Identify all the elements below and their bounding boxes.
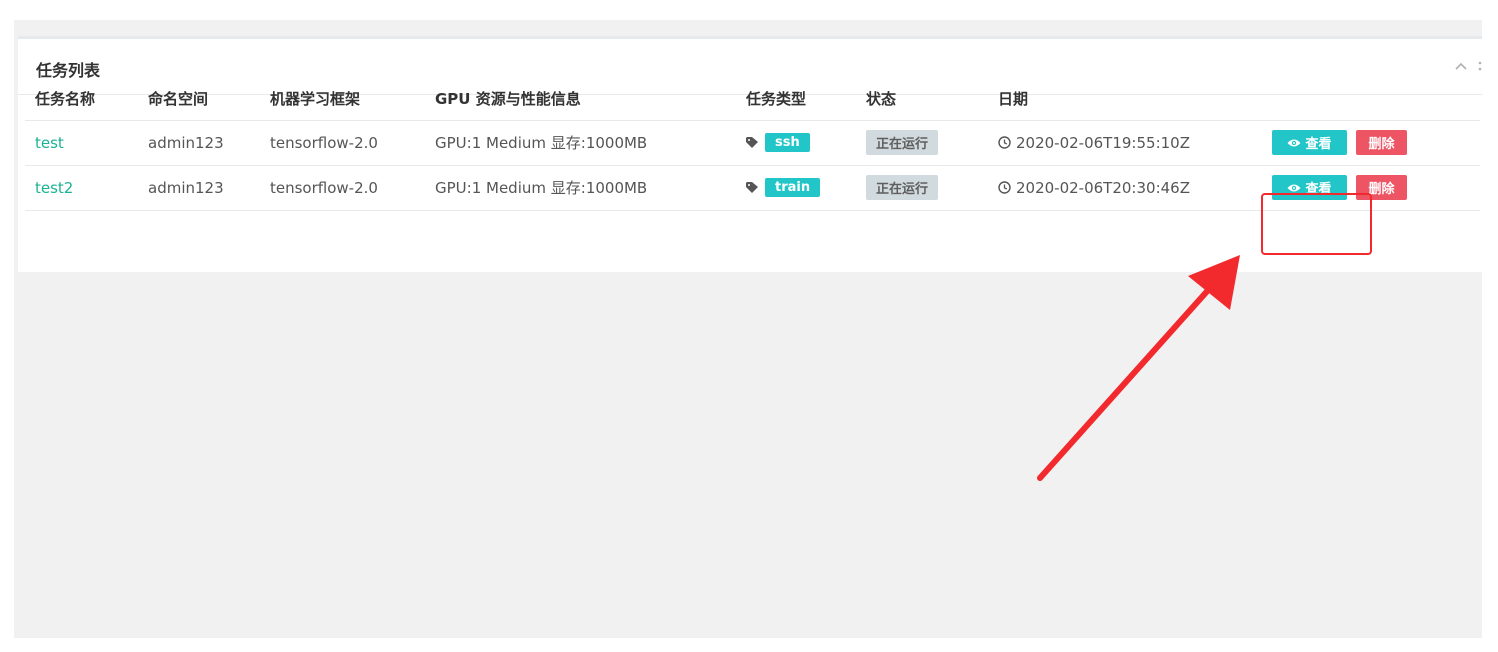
task-name-link[interactable]: test2 [25,165,138,211]
task-name-link[interactable]: test [25,120,138,166]
clock-icon [998,136,1011,149]
delete-button[interactable]: 删除 [1356,129,1407,155]
column-header-namespace: 命名空间 [138,78,260,121]
column-header-status: 状态 [856,78,988,121]
task-type-badge: ssh [765,133,810,152]
column-header-date: 日期 [988,78,1262,121]
column-header-actions [1262,78,1480,121]
table-header-row: 任务名称 命名空间 机器学习框架 GPU 资源与性能信息 任务类型 状态 日期 [25,78,1480,121]
clock-icon [998,181,1011,194]
tag-icon [746,137,758,148]
column-header-type: 任务类型 [736,78,856,121]
gpu-info-cell: GPU:1 Medium 显存:1000MB [425,120,736,166]
tag-icon [746,182,758,193]
table-row: test admin123 tensorflow-2.0 GPU:1 Mediu… [25,120,1480,166]
task-table: 任务名称 命名空间 机器学习框架 GPU 资源与性能信息 任务类型 状态 日期 … [25,78,1480,211]
type-cell: ssh [736,120,856,166]
date-cell: 2020-02-06T19:55:10Z [988,120,1262,166]
namespace-cell: admin123 [138,165,260,211]
type-cell: train [736,165,856,211]
status-badge: 正在运行 [866,175,939,200]
date-cell: 2020-02-06T20:30:46Z [988,165,1262,211]
annotation-arrow [1037,255,1240,481]
view-button-label: 查看 [1305,137,1332,153]
column-header-gpu: GPU 资源与性能信息 [425,78,736,121]
column-header-framework: 机器学习框架 [260,78,425,121]
task-type-badge: train [765,178,821,197]
gpu-info-cell: GPU:1 Medium 显存:1000MB [425,165,736,211]
annotation-highlight-box [1261,193,1372,255]
eye-icon [1287,184,1301,192]
actions-cell: 查看 删除 [1262,120,1480,166]
namespace-cell: admin123 [138,120,260,166]
framework-cell: tensorflow-2.0 [260,165,425,211]
date-text: 2020-02-06T20:30:46Z [1016,178,1190,197]
framework-cell: tensorflow-2.0 [260,120,425,166]
status-cell: 正在运行 [856,165,988,211]
eye-icon [1287,139,1301,147]
date-text: 2020-02-06T19:55:10Z [1016,133,1190,152]
column-header-name: 任务名称 [25,78,138,121]
status-badge: 正在运行 [866,130,939,155]
status-cell: 正在运行 [856,120,988,166]
chevron-up-icon[interactable] [1454,59,1468,73]
view-button[interactable]: 查看 [1272,130,1347,156]
more-vertical-icon[interactable] [1478,59,1482,73]
